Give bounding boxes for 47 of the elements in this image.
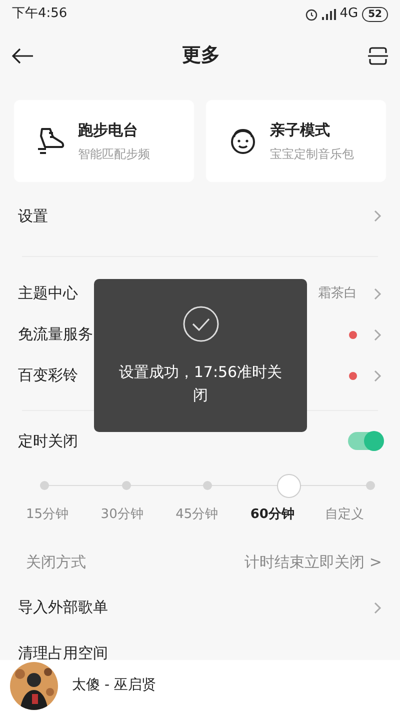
alarm-icon (304, 8, 318, 20)
item-label: 百变彩铃 (18, 365, 78, 386)
menu-item[interactable]: 主题中心 霜茶白 (0, 273, 400, 314)
card-subtitle: 宝宝定制音乐包 (270, 146, 354, 164)
scan-icon (368, 46, 388, 65)
toggle-switch[interactable] (348, 432, 382, 450)
slider-stop[interactable] (40, 481, 49, 490)
timer-label: 定时关闭 (18, 430, 78, 452)
slider-stop[interactable] (366, 481, 375, 490)
slider-stop[interactable] (203, 481, 212, 490)
menu-item[interactable]: 设置 (0, 188, 400, 244)
close-mode-value: 计时结束立即关闭 > (244, 552, 382, 574)
feature-card[interactable]: 亲子模式 宝宝定制音乐包 (206, 100, 386, 182)
card-title: 跑步电台 (78, 120, 139, 141)
slider-stop[interactable] (122, 481, 130, 490)
back-arrow-icon (12, 48, 34, 64)
chevron-icon (373, 286, 382, 300)
child-face-icon (228, 126, 258, 156)
item-label: 免流量服务 (18, 324, 93, 346)
song-title: 太傻 - 巫启贤 (72, 676, 156, 695)
toast-message: 设置成功，17:56准时关闭 (118, 362, 283, 406)
status-time: 下午4:56 (12, 5, 68, 24)
time-option[interactable]: 60分钟 (250, 505, 326, 524)
chevron-icon (373, 209, 382, 223)
item-label: 主题中心 (18, 283, 78, 304)
slider-stop[interactable] (276, 474, 300, 498)
player-bar[interactable]: 太傻 - 巫启贤 (0, 660, 400, 711)
card-subtitle: 智能匹配步频 (78, 146, 150, 164)
menu-item[interactable]: 清理占用空间 (0, 630, 400, 660)
chevron-icon (373, 600, 382, 614)
item-label: 设置 (18, 206, 48, 227)
close-mode-label: 关闭方式 (26, 552, 86, 574)
item-label: 清理占用空间 (18, 643, 108, 660)
item-value: 霜茶白 (318, 284, 357, 303)
network-label: 4G (340, 5, 358, 24)
running-shoe-icon (36, 126, 66, 156)
checkmark-icon (182, 305, 220, 343)
card-title: 亲子模式 (270, 120, 331, 141)
chevron-icon (373, 328, 382, 342)
feature-card[interactable]: 跑步电台 智能匹配步频 (14, 100, 194, 182)
chevron-icon (373, 368, 382, 382)
menu-item[interactable]: 免流量服务 (0, 314, 400, 355)
menu-item[interactable]: 导入外部歌单 (0, 584, 400, 630)
battery-indicator: 52 (362, 6, 388, 22)
page-title: 更多 (182, 44, 220, 66)
signal-icon (322, 8, 336, 20)
item-label: 导入外部歌单 (18, 597, 108, 618)
